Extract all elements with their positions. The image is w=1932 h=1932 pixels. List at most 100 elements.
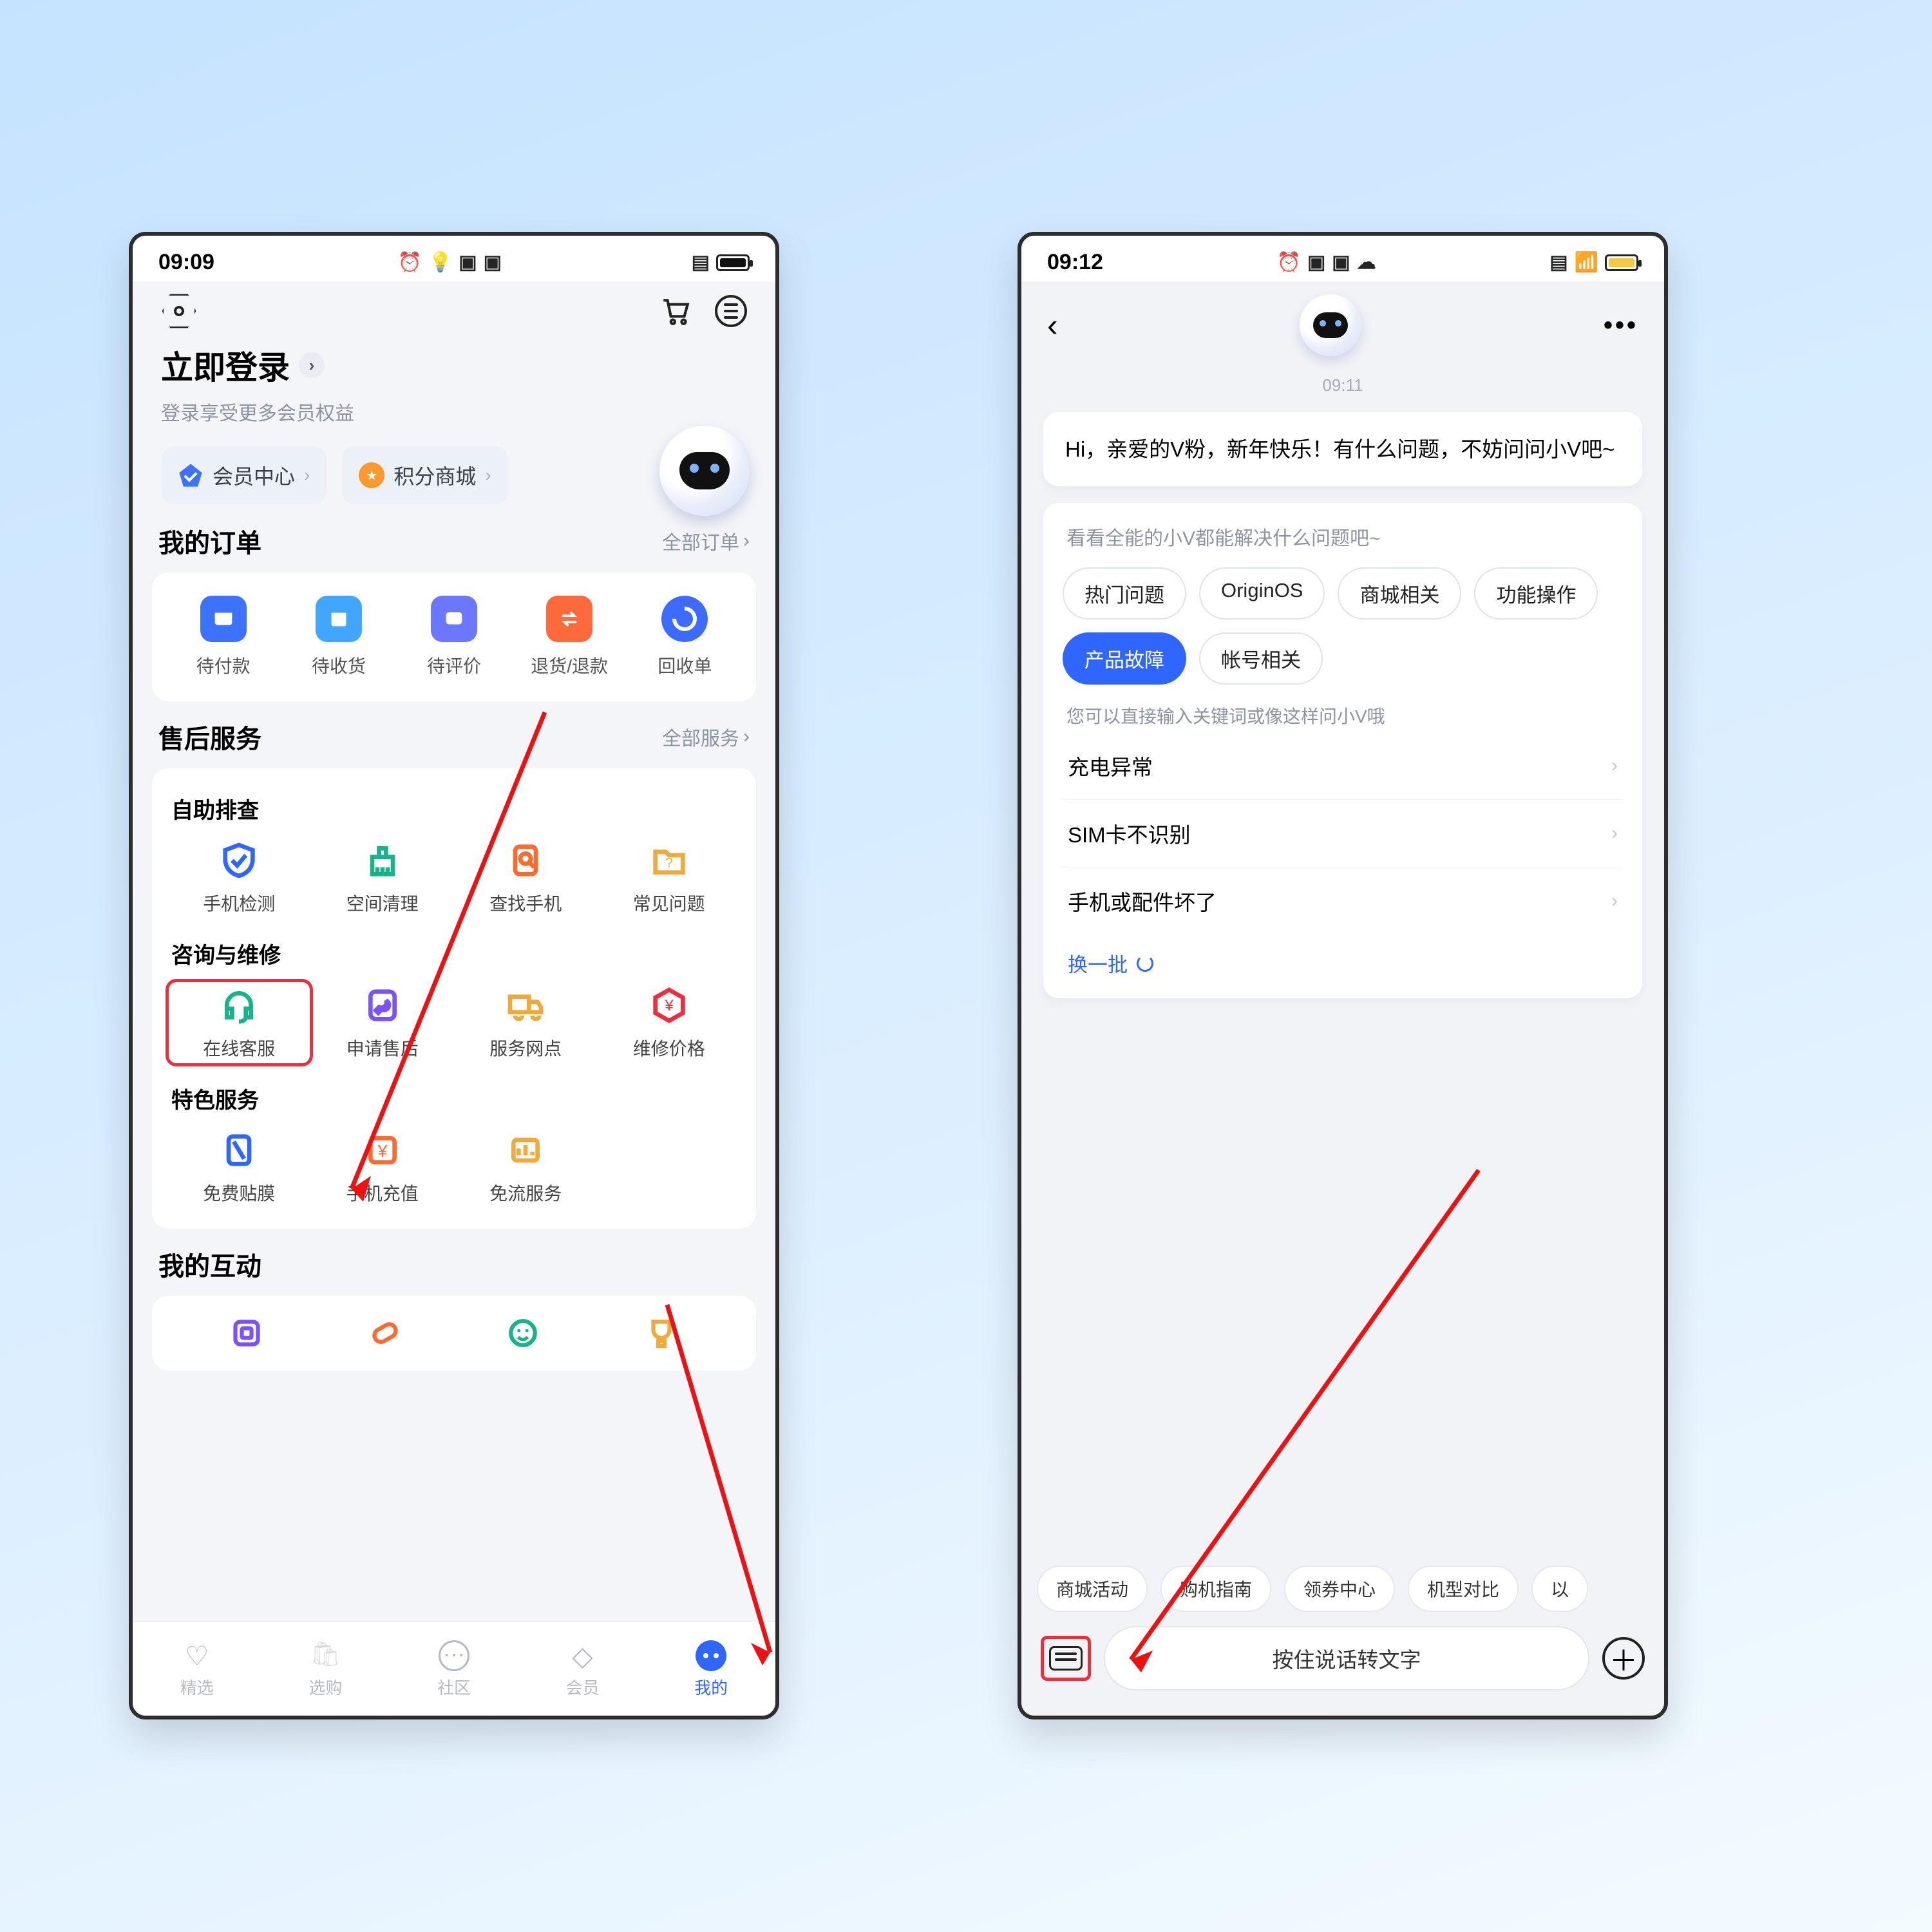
svc-faq[interactable]: ? 常见问题 — [598, 836, 741, 920]
star-icon — [359, 462, 384, 488]
input-bar: 按住说话转文字 ＋ — [1021, 1621, 1664, 1716]
status-bar: 09:12 ⏰ ▣ ▣ ☁ ▤ 📶 — [1021, 236, 1664, 281]
svc-apply-aftersale[interactable]: 申请售后 — [311, 981, 455, 1065]
bottom-tabs: 精选 选购 社区 会员 我的 — [133, 1621, 775, 1716]
tab-featured[interactable]: 精选 — [180, 1640, 214, 1699]
svc-free-film[interactable]: 免费贴膜 — [167, 1126, 311, 1209]
plus-button[interactable]: ＋ — [1602, 1637, 1645, 1680]
svc-online-service[interactable]: 在线客服 — [167, 981, 311, 1065]
svc-service-point[interactable]: 服务网点 — [454, 981, 598, 1065]
sim-icon: ▤ — [692, 251, 710, 274]
login-block[interactable]: 立即登录 › 登录享受更多会员权益 — [133, 329, 775, 432]
consult-title: 咨询与维修 — [171, 938, 737, 969]
battery-icon — [1605, 254, 1638, 271]
order-pending-ship[interactable]: 待收货 — [288, 596, 389, 678]
svc-clean[interactable]: 空间清理 — [311, 836, 455, 920]
tab-member[interactable]: 会员 — [566, 1640, 600, 1699]
login-subtitle: 登录享受更多会员权益 — [161, 397, 747, 426]
chip-hot[interactable]: 热门问题 — [1063, 567, 1186, 620]
diamond-icon — [178, 462, 204, 488]
chip-function[interactable]: 功能操作 — [1474, 567, 1598, 620]
nfc-icon: ▣ — [1332, 251, 1350, 274]
login-title: 立即登录 — [161, 342, 290, 388]
data-icon — [505, 1130, 546, 1171]
tab-mine[interactable]: 我的 — [694, 1640, 728, 1699]
svc-phone-check[interactable]: 手机检测 — [167, 836, 311, 920]
chip-account[interactable]: 帐号相关 — [1199, 632, 1323, 685]
chevron-right-icon: › — [485, 465, 491, 486]
orders-card: 待付款 待收货 待评价 退货/退款 回收单 — [152, 573, 756, 701]
truck-icon — [505, 985, 546, 1026]
all-services-link[interactable]: 全部服务 › — [662, 723, 750, 751]
back-button[interactable]: ‹ — [1047, 307, 1058, 344]
battery-icon — [716, 254, 750, 271]
trophy-icon[interactable] — [642, 1314, 681, 1352]
refresh-icon — [1137, 955, 1153, 972]
suggest-chip[interactable]: 以 — [1531, 1566, 1588, 1612]
points-mall-pill[interactable]: 积分商城 › — [342, 446, 507, 504]
status-time: 09:09 — [158, 250, 214, 275]
svc-repair-price[interactable]: ¥ 维修价格 — [598, 981, 741, 1065]
suggest-chip[interactable]: 商城活动 — [1037, 1566, 1148, 1612]
panel-hint: 看看全能的小V都能解决什么问题吧~ — [1063, 522, 1623, 551]
order-pending-review[interactable]: 待评价 — [403, 596, 504, 678]
suggest-chip[interactable]: 机型对比 — [1408, 1566, 1519, 1612]
svc-recharge[interactable]: ¥ 手机充值 — [311, 1126, 455, 1209]
smile-icon[interactable] — [504, 1314, 542, 1352]
suggest-row: 商城活动 购机指南 领券中心 机型对比 以 — [1021, 1566, 1664, 1621]
bot-avatar[interactable] — [659, 426, 750, 516]
order-recycle[interactable]: 回收单 — [634, 596, 735, 678]
heart-icon — [182, 1640, 213, 1671]
suggest-chip[interactable]: 购机指南 — [1160, 1566, 1271, 1612]
keyboard-toggle[interactable] — [1041, 1636, 1091, 1681]
q-sim[interactable]: SIM卡不识别› — [1063, 799, 1623, 867]
bulb-icon: 💡 — [428, 251, 452, 274]
all-orders-link[interactable]: 全部订单 › — [662, 527, 750, 555]
interact-header: 我的互动 — [158, 1245, 750, 1283]
order-pending-pay[interactable]: 待付款 — [173, 596, 274, 678]
keyboard-icon — [1049, 1646, 1083, 1671]
member-center-pill[interactable]: 会员中心 › — [161, 446, 327, 504]
cart-icon[interactable] — [659, 295, 692, 327]
face-icon — [696, 1640, 726, 1671]
chevron-right-icon: › — [299, 352, 325, 378]
box-icon — [316, 596, 362, 642]
q-broken[interactable]: 手机或配件坏了› — [1063, 867, 1623, 934]
swap-icon — [546, 596, 592, 642]
post-icon[interactable] — [227, 1314, 266, 1352]
settings-hex-icon[interactable] — [161, 293, 197, 329]
svc-free-data[interactable]: 免流服务 — [454, 1126, 598, 1209]
nfc-icon: ▣ — [484, 251, 502, 274]
svc-find-phone[interactable]: 查找手机 — [454, 836, 598, 920]
wifi-icon: 📶 — [1575, 251, 1598, 274]
broom-icon — [362, 840, 403, 881]
wallet-icon — [200, 596, 247, 642]
more-button[interactable]: ••• — [1604, 311, 1638, 340]
q-charge[interactable]: 充电异常› — [1063, 732, 1623, 799]
tab-community[interactable]: 社区 — [437, 1640, 471, 1699]
hd-icon: ▣ — [1307, 251, 1325, 274]
messages-icon[interactable] — [715, 295, 747, 327]
diamond-outline-icon — [567, 1640, 598, 1671]
pill-icon[interactable] — [366, 1314, 404, 1352]
wrench-icon — [362, 985, 403, 1026]
orders-header: 我的订单 — [158, 522, 261, 560]
hold-to-talk[interactable]: 按住说话转文字 — [1104, 1626, 1589, 1690]
alarm-icon: ⏰ — [1277, 251, 1301, 274]
chip-originos[interactable]: OriginOS — [1199, 567, 1325, 620]
question-folder-icon: ? — [649, 840, 690, 881]
interact-card — [152, 1296, 756, 1370]
chip-mall[interactable]: 商城相关 — [1338, 567, 1461, 620]
svg-text:¥: ¥ — [377, 1142, 387, 1161]
bag-icon — [310, 1640, 341, 1671]
tab-shop[interactable]: 选购 — [308, 1640, 342, 1699]
topic-panel: 看看全能的小V都能解决什么问题吧~ 热门问题 OriginOS 商城相关 功能操… — [1043, 503, 1642, 998]
order-return[interactable]: 退货/退款 — [519, 596, 620, 678]
chevron-right-icon: › — [743, 726, 750, 748]
chip-fault[interactable]: 产品故障 — [1063, 632, 1186, 685]
phone-profile: 09:09 ⏰ 💡 ▣ ▣ ▤ — [129, 232, 779, 1719]
suggest-chip[interactable]: 领券中心 — [1284, 1566, 1395, 1612]
refresh-batch[interactable]: 换一批 — [1063, 934, 1623, 981]
film-icon — [218, 1130, 260, 1171]
bot-avatar[interactable] — [1300, 294, 1361, 356]
